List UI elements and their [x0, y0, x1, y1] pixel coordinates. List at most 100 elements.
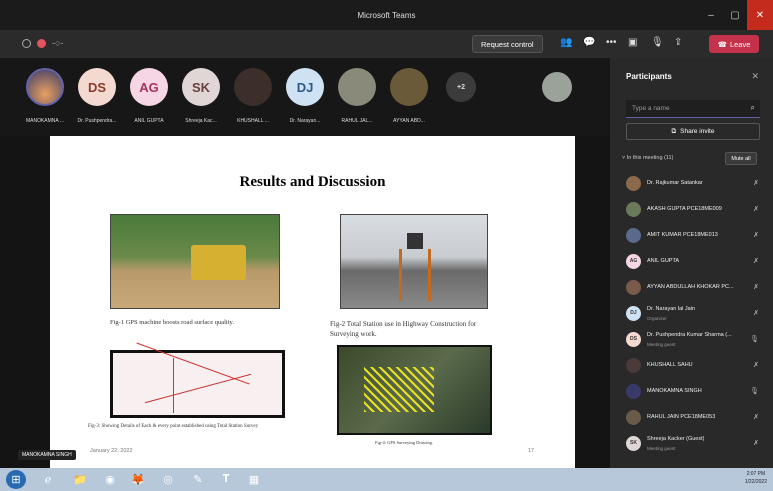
- slide-title: Results and Discussion: [239, 174, 386, 190]
- mic-on-icon: 🎙: [750, 388, 759, 395]
- mute-all-button[interactable]: Mute all: [725, 152, 757, 165]
- ie-icon[interactable]: ℯ: [38, 470, 58, 489]
- participant-strip: MANOKAMNA ... DS Dr. Pushpendra... AG AN…: [0, 58, 610, 136]
- avatar: DS: [626, 331, 641, 347]
- window-title: Microsoft Teams: [357, 10, 416, 20]
- participant-tile[interactable]: MANOKAMNA ...: [20, 68, 70, 124]
- avatar: [626, 383, 641, 399]
- leave-button[interactable]: ☎ Leave: [709, 35, 759, 53]
- bulldozer-shape: [191, 245, 246, 280]
- gps-points-overlay: [364, 367, 434, 412]
- avatar: [626, 227, 641, 243]
- participant-tile[interactable]: AG ANIL GUPTA: [124, 68, 174, 124]
- avatar: [390, 68, 428, 106]
- search-input[interactable]: Type a name ⌕: [626, 100, 760, 118]
- teams-icon[interactable]: 𝐓: [216, 470, 236, 489]
- avatar: SK: [182, 68, 220, 106]
- in-meeting-label: In this meeting (11): [626, 155, 674, 161]
- share-invite-label: Share invite: [680, 128, 715, 135]
- participant-name: ANIL GUPTA: [647, 258, 680, 264]
- request-control-button[interactable]: Request control: [472, 35, 543, 53]
- avatar: SK: [626, 435, 641, 451]
- participant-tile[interactable]: AYYAN ABD...: [384, 68, 434, 124]
- mic-off-icon: ✗: [753, 284, 759, 291]
- close-icon[interactable]: ✕: [747, 0, 773, 30]
- maximize-icon[interactable]: ▢: [723, 0, 747, 30]
- avatar: DJ: [626, 305, 641, 321]
- share-screen-icon[interactable]: ⇪: [674, 37, 682, 48]
- avatar: DJ: [286, 68, 324, 106]
- participant-row[interactable]: SK Shreeja Kacker (Guest) Meeting guest ✗: [610, 430, 773, 456]
- participant-role: Meeting guest: [647, 446, 676, 451]
- minimize-icon[interactable]: –: [699, 0, 723, 30]
- presenter-name-tag: MANOKAMNA SINGH: [18, 450, 76, 460]
- participant-row[interactable]: AMIT KUMAR PCE18ME013 ✗: [610, 222, 773, 248]
- participant-tile[interactable]: DJ Dr. Narayan...: [280, 68, 330, 124]
- slide-page-number: 17: [528, 448, 535, 454]
- overflow-count: +2: [446, 72, 476, 102]
- close-panel-icon[interactable]: ✕: [751, 71, 759, 82]
- participant-row[interactable]: AKASH GUPTA PCE18ME009 ✗: [610, 196, 773, 222]
- share-invite-button[interactable]: ⧉ Share invite: [626, 123, 760, 140]
- avatar: DS: [78, 68, 116, 106]
- title-bar: Microsoft Teams – ▢ ✕: [0, 0, 773, 30]
- participant-row[interactable]: KHUSHALL SAHU ✗: [610, 352, 773, 378]
- system-clock[interactable]: 2:07 PM 1/22/2022: [745, 470, 767, 486]
- participant-row[interactable]: AG ANIL GUPTA ✗: [610, 248, 773, 274]
- phone-icon: ☎: [717, 39, 727, 49]
- folder-icon[interactable]: 📁: [70, 470, 90, 489]
- gps-machine-image: [110, 214, 280, 309]
- meeting-toolbar: -○- Request control 👥 💬 ••• ▣ 🎙 ⇪ ☎ Leav…: [0, 30, 773, 58]
- participant-role: Organizer: [647, 316, 667, 321]
- participant-tile[interactable]: KHUSHALL ...: [228, 68, 278, 124]
- slide-date: January 22, 2022: [90, 448, 133, 454]
- participant-tile[interactable]: SK Shreeja Kac...: [176, 68, 226, 124]
- participant-name: AYYAN ABDULLAH KHOKAR PC...: [647, 284, 734, 290]
- tripod-shape: [399, 249, 431, 301]
- self-video-tile[interactable]: [532, 68, 582, 102]
- participant-tile[interactable]: RAHUL JAL...: [332, 68, 382, 124]
- avatar: [338, 68, 376, 106]
- participant-row[interactable]: Dr. Rajkumar Satankar ✗: [610, 170, 773, 196]
- people-icon[interactable]: 👥: [560, 37, 572, 48]
- participant-name: Dr. Rajkumar Satankar: [647, 180, 703, 186]
- camera-off-icon[interactable]: ▣: [628, 37, 637, 48]
- timer-icon: -○-: [52, 38, 64, 48]
- firefox-icon[interactable]: 🦊: [128, 470, 148, 489]
- participant-list: Dr. Rajkumar Satankar ✗ AKASH GUPTA PCE18M…: [610, 170, 773, 456]
- app-icon[interactable]: ✎: [188, 470, 208, 489]
- chat-icon[interactable]: 💬: [583, 37, 595, 48]
- mic-off-icon: ✗: [753, 232, 759, 239]
- search-placeholder: Type a name: [632, 105, 670, 112]
- participant-tile[interactable]: DS Dr. Pushpendra...: [72, 68, 122, 124]
- participant-row[interactable]: AYYAN ABDULLAH KHOKAR PC... ✗: [610, 274, 773, 300]
- leave-label: Leave: [729, 39, 751, 49]
- participant-row[interactable]: DJ Dr. Narayan lal Jain Organizer ✗: [610, 300, 773, 326]
- excel-icon[interactable]: ▦: [244, 470, 264, 489]
- gps-drawing-image: [337, 345, 492, 435]
- more-options-icon[interactable]: •••: [606, 37, 617, 48]
- avatar: [626, 357, 641, 373]
- start-icon[interactable]: ⊞: [6, 470, 26, 489]
- participant-name: KHUSHALL SAHU: [647, 362, 693, 368]
- participant-row[interactable]: RAHUL JAIN PCE18ME053 ✗: [610, 404, 773, 430]
- media-icon[interactable]: ◉: [100, 470, 120, 489]
- record-status-icon: [22, 38, 31, 48]
- fig1-caption: Fig-1 GPS machine boosts road surface qu…: [110, 319, 234, 326]
- participant-role: Meeting guest: [647, 342, 676, 347]
- avatar: [626, 201, 641, 217]
- overflow-tile[interactable]: +2: [436, 68, 486, 102]
- chrome-icon[interactable]: ◎: [158, 470, 178, 489]
- windows-taskbar: ⊞ ℯ 📁 ◉ 🦊 ◎ ✎ 𝐓 ▦ 2:07 PM 1/22/2022: [0, 468, 773, 491]
- survey-plan-image: [110, 342, 285, 418]
- in-meeting-header[interactable]: ˅ In this meeting (11): [622, 155, 673, 161]
- participant-name: Dr. Pushpendra Kumar Sharma (...: [647, 332, 732, 338]
- participant-row[interactable]: DS Dr. Pushpendra Kumar Sharma (... Meetin…: [610, 326, 773, 352]
- participant-name: RAHUL JAIN PCE18ME053: [647, 414, 716, 420]
- plan-line: [144, 373, 252, 404]
- avatar: [626, 175, 641, 191]
- mic-off-icon[interactable]: 🎙: [651, 37, 664, 48]
- participant-row[interactable]: MANOKAMNA SINGH 🎙: [610, 378, 773, 404]
- participant-name: Shreeja Kacker (Guest): [647, 436, 705, 442]
- clock-time: 2:07 PM: [746, 471, 766, 477]
